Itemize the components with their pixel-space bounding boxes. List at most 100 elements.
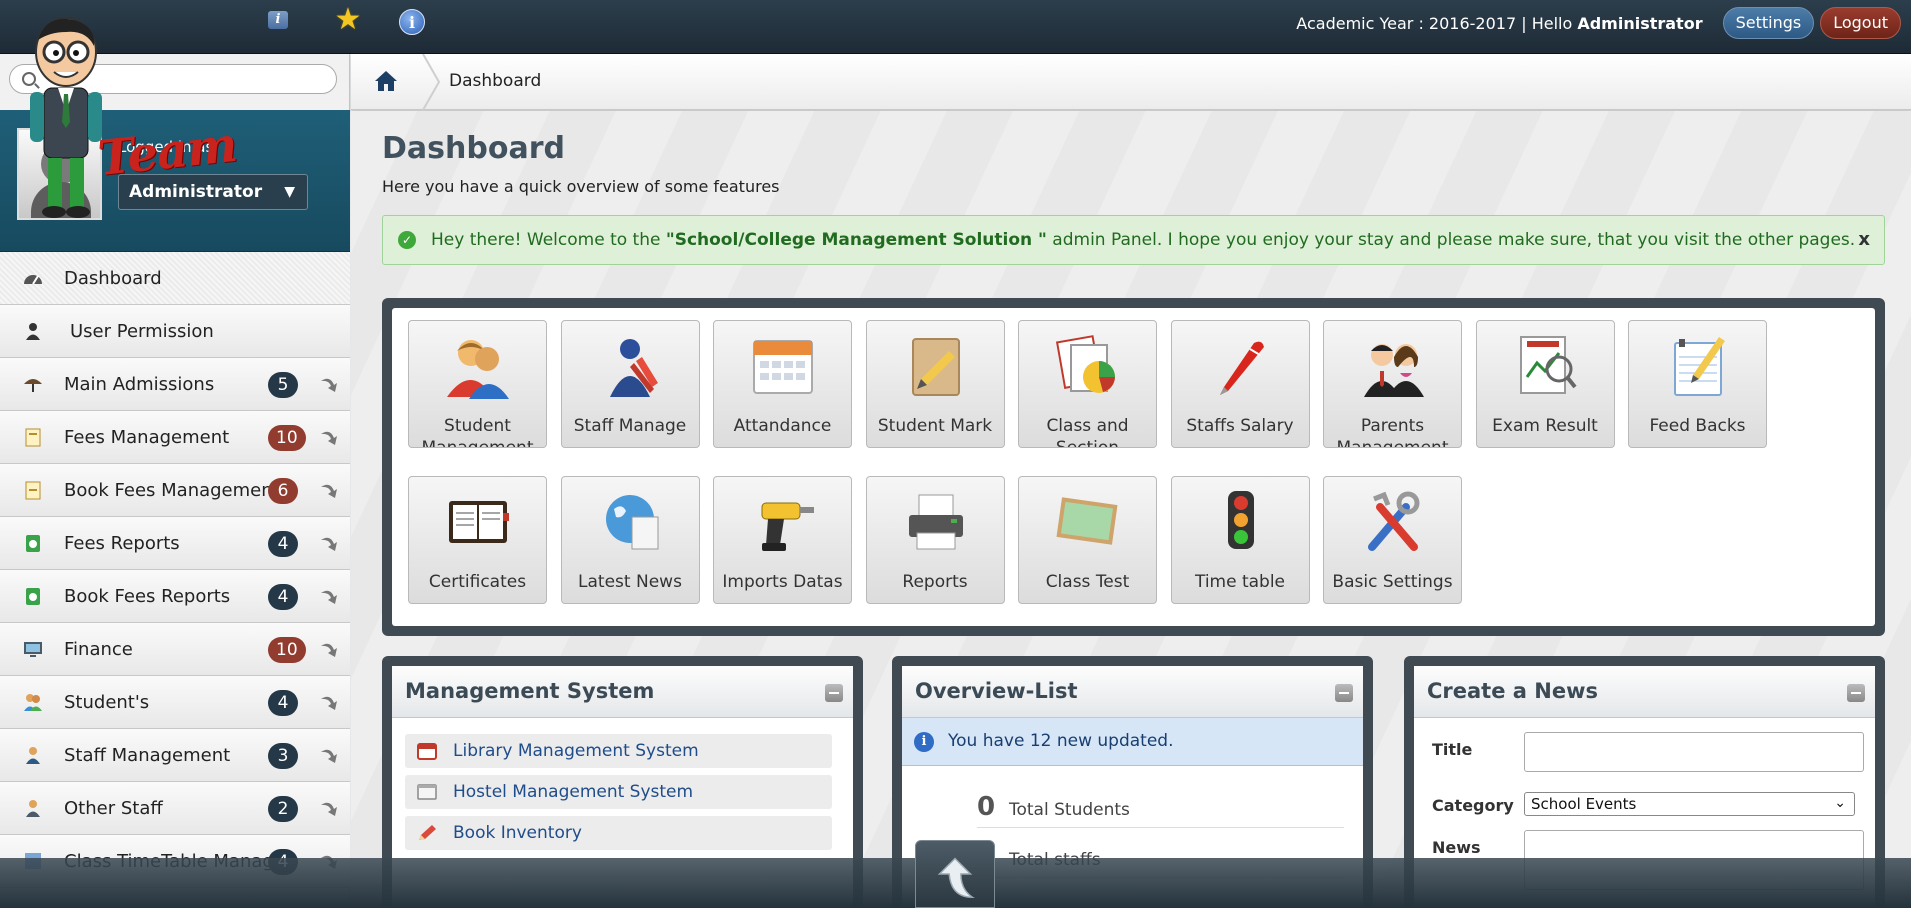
category-select[interactable]: School Events ⌄ [1524, 792, 1855, 816]
notebook-icon [901, 333, 971, 399]
staff-icon [596, 333, 666, 399]
list-item-book-inventory[interactable]: Book Inventory [405, 816, 832, 850]
sidebar-item-staff-management[interactable]: Staff Management 3 [0, 729, 350, 782]
scroll-to-top-button[interactable] [915, 840, 995, 908]
list-item-hostel[interactable]: Hostel Management System [405, 775, 832, 809]
expand-arrow-icon[interactable] [318, 373, 340, 395]
expand-arrow-icon[interactable] [318, 532, 340, 554]
logout-button[interactable]: Logout [1820, 7, 1901, 39]
sidebar-item-other-staff[interactable]: Other Staff 2 [0, 782, 350, 835]
parents-icon [1358, 333, 1428, 399]
pencil-icon [419, 825, 436, 840]
list-item-library[interactable]: Library Management System [405, 734, 832, 768]
fees-reports-icon [22, 533, 44, 553]
home-icon[interactable] [373, 68, 399, 94]
user-permission-icon [22, 321, 44, 341]
shortcut-reports[interactable]: Reports [865, 476, 1005, 604]
user-name: Administrator [1577, 13, 1703, 33]
count-badge: 4 [268, 584, 298, 610]
shortcut-attandance[interactable]: Attandance [713, 320, 852, 448]
expand-arrow-icon[interactable] [318, 638, 340, 660]
shortcut-time-table[interactable]: Time table [1170, 476, 1310, 604]
expand-arrow-icon[interactable] [318, 691, 340, 713]
expand-arrow-icon[interactable] [318, 585, 340, 607]
shortcut-basic-settings[interactable]: Basic Settings [1323, 476, 1462, 604]
shortcut-staff-manage[interactable]: Staff Manage [560, 320, 700, 448]
count-badge: 5 [268, 372, 298, 398]
shortcut-label: Class and Section [1046, 416, 1129, 448]
sidebar-item-label: Other Staff [64, 797, 163, 819]
list-item-label: Book Inventory [453, 823, 582, 843]
sidebar-item-label: Dashboard [64, 267, 162, 289]
shortcut-exam-result[interactable]: Exam Result [1475, 320, 1615, 448]
sidebar-item-finance[interactable]: Finance 10 [0, 623, 350, 676]
list-item-label: Hostel Management System [453, 782, 694, 802]
sidebar-item-dashboard[interactable]: Dashboard [0, 252, 350, 305]
window-icon [417, 784, 437, 800]
expand-arrow-icon[interactable] [318, 479, 340, 501]
minimize-icon[interactable] [825, 684, 843, 702]
count-badge: 2 [268, 796, 298, 822]
shortcut-label: Parents Management [1336, 416, 1449, 448]
shortcut-label: Feed Backs [1649, 416, 1746, 436]
shortcut-parents-management[interactable]: Parents Management [1323, 320, 1462, 448]
close-icon[interactable]: x [1858, 216, 1870, 264]
sidebar-item-student-s[interactable]: Student's 4 [0, 676, 350, 729]
shortcut-label: Certificates [428, 572, 527, 592]
academic-year-text: Academic Year : 2016-2017 | Hello Admini… [1296, 14, 1702, 33]
sidebar-item-user-permission[interactable]: User Permission [0, 305, 350, 358]
drill-icon [748, 489, 818, 555]
list-item-label: Library Management System [453, 741, 699, 761]
panel-title: Overview-List [915, 679, 1078, 703]
sidebar-item-label: Fees Management [64, 426, 230, 448]
sidebar-item-main-admissions[interactable]: Main Admissions 5 [0, 358, 350, 411]
shortcut-label: Exam Result [1492, 416, 1598, 436]
sidebar-item-label: Student's [64, 691, 150, 713]
sidebar-item-fees-management[interactable]: Fees Management 10 [0, 411, 350, 464]
alert-text-bold: "School/College Management Solution " [665, 230, 1047, 250]
info-circle-icon[interactable]: i [398, 8, 426, 36]
shortcut-label: Attandance [733, 416, 832, 436]
sidebar-item-label: Finance [64, 638, 133, 660]
tools-icon [1358, 489, 1428, 555]
news-label: News [1432, 838, 1481, 857]
overview-label: Total Students [1009, 800, 1130, 820]
info-icon[interactable]: i [264, 10, 292, 30]
shortcut-feed-backs[interactable]: Feed Backs [1628, 320, 1767, 448]
traffic-light-icon [1206, 489, 1276, 555]
shortcut-label: Reports [902, 572, 968, 592]
book-fees-reports-icon [22, 586, 44, 606]
shortcut-staffs-salary[interactable]: Staffs Salary [1170, 320, 1310, 448]
shortcut-label: Student Mark [877, 416, 993, 436]
shortcut-certificates[interactable]: Certificates [408, 476, 547, 604]
panel-header: Overview-List [902, 666, 1363, 718]
shortcut-class-and-section[interactable]: Class and Section [1018, 320, 1157, 448]
sidebar-item-book-fees-management[interactable]: Book Fees Management 6 [0, 464, 350, 517]
shortcut-class-test[interactable]: Class Test [1018, 476, 1157, 604]
top-bar: i ★ i Academic Year : 2016-2017 | Hello … [0, 0, 1911, 54]
shortcut-student-mark[interactable]: Student Mark [865, 320, 1005, 448]
staff-icon [22, 745, 44, 765]
expand-arrow-icon[interactable] [318, 797, 340, 819]
shortcut-student-management[interactable]: Student Management [408, 320, 547, 448]
sidebar-item-fees-reports[interactable]: Fees Reports 4 [0, 517, 350, 570]
expand-arrow-icon[interactable] [318, 744, 340, 766]
title-label: Title [1432, 740, 1473, 759]
star-icon[interactable]: ★ [334, 3, 362, 37]
shortcut-label: Class Test [1045, 572, 1130, 592]
admissions-icon [22, 374, 44, 394]
expand-arrow-icon[interactable] [318, 426, 340, 448]
settings-button[interactable]: Settings [1722, 7, 1815, 39]
pen-icon [1206, 333, 1276, 399]
minimize-icon[interactable] [1335, 684, 1353, 702]
class-section-icon [1053, 333, 1123, 399]
news-title-input[interactable] [1524, 732, 1864, 772]
shortcut-latest-news[interactable]: Latest News [560, 476, 700, 604]
count-badge: 4 [268, 531, 298, 557]
main-content: Dashboard Here you have a quick overview… [351, 111, 1911, 908]
panel-header: Management System [392, 666, 853, 718]
shortcut-imports-datas[interactable]: Imports Datas [713, 476, 852, 604]
academic-year-label: Academic Year : 2016-2017 | Hello [1296, 13, 1578, 33]
minimize-icon[interactable] [1847, 684, 1865, 702]
sidebar-item-book-fees-reports[interactable]: Book Fees Reports 4 [0, 570, 350, 623]
